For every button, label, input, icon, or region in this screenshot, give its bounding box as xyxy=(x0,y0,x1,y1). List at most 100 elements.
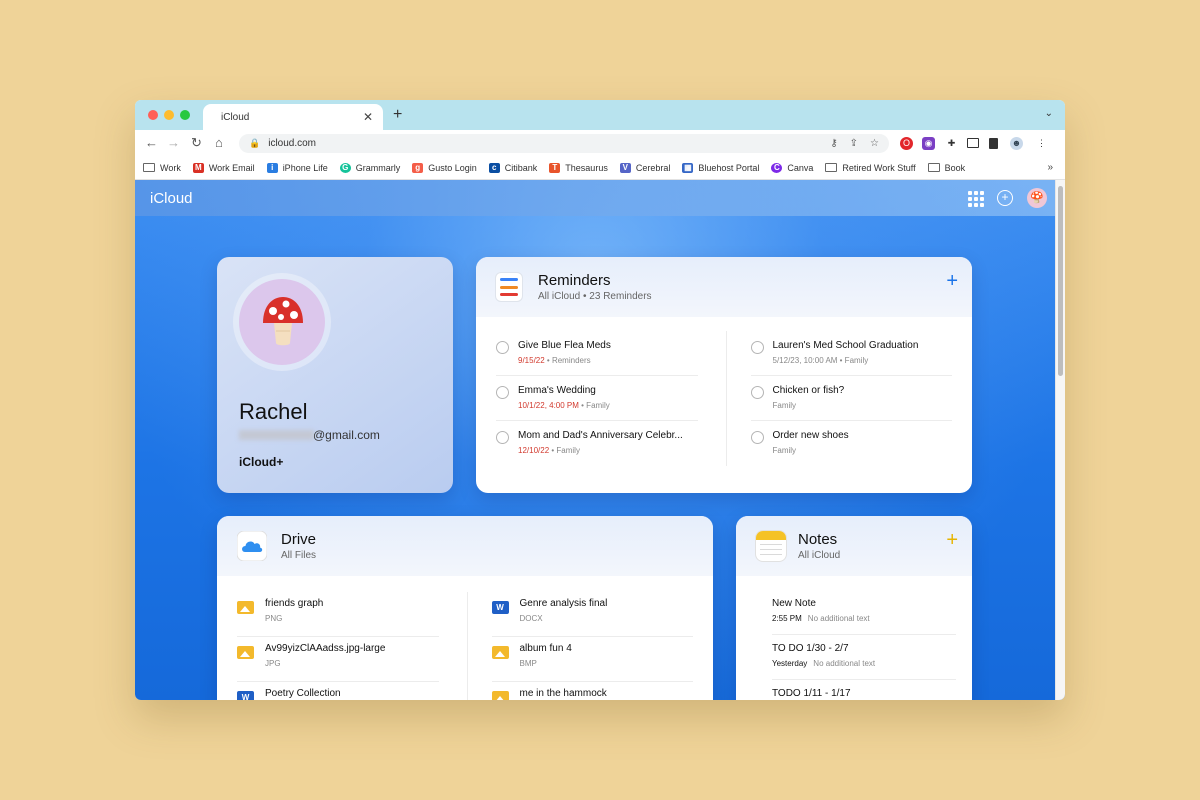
reminders-app-icon xyxy=(496,273,522,301)
reminders-card[interactable]: Reminders All iCloud • 23 Reminders + Gi… xyxy=(476,257,972,493)
reload-icon[interactable]: ↻ xyxy=(191,135,202,151)
word-file-icon: W xyxy=(237,691,254,700)
notes-title: Notes xyxy=(798,531,838,548)
mushroom-icon xyxy=(263,297,303,346)
reminder-item[interactable]: Mom and Dad's Anniversary Celebr... 12/1… xyxy=(496,421,698,466)
reminder-item[interactable]: Emma's Wedding 10/1/22, 4:00 PM • Family xyxy=(496,376,698,421)
image-file-icon xyxy=(491,646,509,659)
new-tab-button[interactable]: + xyxy=(393,106,402,124)
word-file-icon: W xyxy=(491,601,509,614)
icloud-page: iCloud + 🍄 Rachel @gmail.com iCloud+ Rem… xyxy=(135,180,1065,700)
reminder-checkbox[interactable] xyxy=(496,386,509,399)
folder-icon xyxy=(143,163,155,172)
profile-card[interactable]: Rachel @gmail.com iCloud+ xyxy=(217,257,453,493)
notes-header: Notes All iCloud + xyxy=(736,516,972,576)
profile-plan: iCloud+ xyxy=(239,455,284,469)
image-file-icon xyxy=(491,691,509,700)
bookmark-gusto-login[interactable]: g Gusto Login xyxy=(412,162,477,173)
add-note-button[interactable]: + xyxy=(946,530,958,550)
reminders-title: Reminders xyxy=(538,272,611,289)
bluehost-icon: ▦ xyxy=(682,162,694,173)
cast-icon[interactable] xyxy=(967,138,979,148)
bookmark-iphone-life[interactable]: i iPhone Life xyxy=(266,162,328,173)
bookmark-retired-work-stuff[interactable]: Retired Work Stuff xyxy=(825,163,916,173)
icloud-brand[interactable]: iCloud xyxy=(150,190,193,207)
browser-toolbar: ← → ↻ ⌂ 🔒 icloud.com ⚷ ⇪ ☆ O ◉ ✚ ☻ ⋮ xyxy=(135,130,1065,156)
file-item[interactable]: W Poetry Collection xyxy=(237,682,439,700)
grammarly-icon: G xyxy=(339,162,351,173)
star-icon[interactable]: ☆ xyxy=(870,138,879,149)
tab-strip: iCloud ✕ + ⌄ xyxy=(135,100,1065,130)
file-item[interactable]: Av99yizClAAadss.jpg-large JPG xyxy=(237,637,439,682)
bookmark-cerebral[interactable]: V Cerebral xyxy=(619,162,670,173)
reminder-checkbox[interactable] xyxy=(750,341,764,354)
file-item[interactable]: me in the hammock xyxy=(491,682,694,700)
tab-search-icon[interactable]: ⌄ xyxy=(1045,108,1053,119)
notes-app-icon xyxy=(756,531,786,561)
add-reminder-button[interactable]: + xyxy=(946,271,958,291)
reminder-checkbox[interactable] xyxy=(750,386,764,399)
home-icon[interactable]: ⌂ xyxy=(215,135,223,151)
thesaurus-icon: T xyxy=(549,162,561,173)
bookmark-work[interactable]: Work xyxy=(143,163,181,173)
address-bar[interactable]: 🔒 icloud.com ⚷ ⇪ ☆ xyxy=(239,134,889,153)
reminder-checkbox[interactable] xyxy=(496,431,509,444)
side-panel-icon[interactable] xyxy=(989,138,998,149)
note-item[interactable]: TODO 1/11 - 1/17 xyxy=(772,680,956,700)
minimize-window-button[interactable] xyxy=(164,110,174,120)
reminder-checkbox[interactable] xyxy=(750,431,764,444)
app-grid-icon[interactable] xyxy=(967,190,984,207)
profile-email: @gmail.com xyxy=(313,428,380,442)
zoom-window-button[interactable] xyxy=(180,110,190,120)
tab-icloud[interactable]: iCloud ✕ xyxy=(203,104,383,130)
notes-card[interactable]: Notes All iCloud + New Note 2:55 PM No ad… xyxy=(736,516,972,700)
profile-icon[interactable]: ☻ xyxy=(1010,137,1023,150)
bookmark-work-email[interactable]: M Work Email xyxy=(192,162,255,173)
reminder-item[interactable]: Lauren's Med School Graduation 5/12/23, … xyxy=(750,331,952,376)
bookmark-book[interactable]: Book xyxy=(927,163,965,173)
page-scrollbar[interactable] xyxy=(1055,180,1065,700)
extensions-puzzle-icon[interactable]: ✚ xyxy=(945,137,958,150)
folder-icon xyxy=(927,163,940,172)
drive-card[interactable]: Drive All Files friends graph PNG Av99yi… xyxy=(217,516,713,700)
canva-icon: C xyxy=(771,162,783,173)
gusto-icon: g xyxy=(412,162,424,173)
image-file-icon xyxy=(237,646,254,659)
account-avatar[interactable]: 🍄 xyxy=(1027,188,1047,208)
opera-extension-icon[interactable]: O xyxy=(900,137,913,150)
tab-close-icon[interactable]: ✕ xyxy=(363,110,373,124)
note-item[interactable]: New Note 2:55 PM No additional text xyxy=(772,590,956,635)
drive-subtitle: All Files xyxy=(281,550,317,561)
bookmark-grammarly[interactable]: G Grammarly xyxy=(339,162,400,173)
file-item[interactable]: W Genre analysis final DOCX xyxy=(491,592,693,637)
scrollbar-thumb[interactable] xyxy=(1058,186,1063,376)
back-arrow-icon[interactable]: ← xyxy=(145,135,158,151)
bookmarks-overflow-icon[interactable]: » xyxy=(1047,162,1053,173)
image-file-icon xyxy=(237,601,254,614)
email-redaction xyxy=(239,430,314,440)
close-window-button[interactable] xyxy=(148,110,158,120)
menu-kebab-icon[interactable]: ⋮ xyxy=(1035,137,1048,150)
notes-subtitle: All iCloud xyxy=(798,550,841,561)
bookmark-thesaurus[interactable]: T Thesaurus xyxy=(549,162,608,173)
citibank-icon: c xyxy=(488,162,500,173)
bookmark-citibank[interactable]: c Citibank xyxy=(488,162,537,173)
file-item[interactable]: album fun 4 BMP xyxy=(491,637,693,682)
file-item[interactable]: friends graph PNG xyxy=(237,592,439,637)
reminder-item[interactable]: Order new shoes Family xyxy=(750,421,953,466)
share-icon[interactable]: ⇪ xyxy=(850,138,858,149)
color-extension-icon[interactable]: ◉ xyxy=(922,137,935,150)
bookmark-bluehost-portal[interactable]: ▦ Bluehost Portal xyxy=(682,162,759,173)
bookmarks-bar: Work M Work Email i iPhone Life G Gramma… xyxy=(135,156,1065,180)
folder-icon xyxy=(825,163,838,172)
note-item[interactable]: TO DO 1/30 - 2/7 Yesterday No additional … xyxy=(772,635,956,680)
forward-arrow-icon[interactable]: → xyxy=(167,135,180,151)
reminder-checkbox[interactable] xyxy=(496,341,509,354)
key-icon[interactable]: ⚷ xyxy=(830,138,837,149)
profile-avatar xyxy=(239,279,325,365)
iphonelife-icon: i xyxy=(266,162,278,173)
reminder-item[interactable]: Chicken or fish? Family xyxy=(750,376,952,421)
reminder-item[interactable]: Give Blue Flea Meds 9/15/22 • Reminders xyxy=(496,331,698,376)
add-circle-icon[interactable]: + xyxy=(997,190,1013,206)
bookmark-canva[interactable]: C Canva xyxy=(771,162,813,173)
